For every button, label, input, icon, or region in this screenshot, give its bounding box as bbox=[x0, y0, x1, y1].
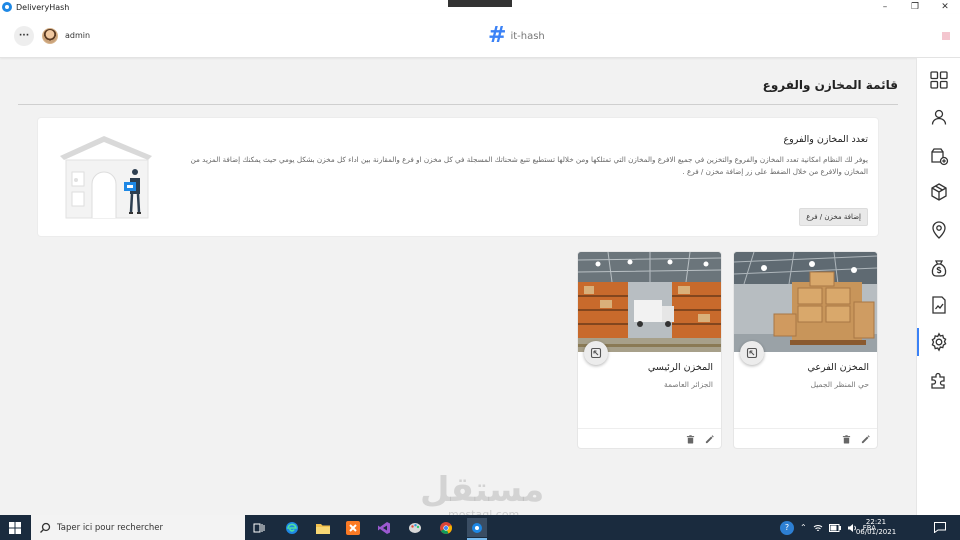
warehouse-name: المخزن الرئيسي bbox=[647, 362, 713, 373]
chevron-up-icon[interactable]: ⌃ bbox=[800, 523, 807, 532]
search-icon bbox=[40, 522, 51, 533]
hash-logo-icon: # bbox=[488, 23, 507, 48]
warehouse-illustration bbox=[60, 136, 152, 219]
taskbar-app-xampp[interactable] bbox=[343, 518, 363, 537]
window-title: DeliveryHash bbox=[16, 2, 70, 12]
info-heading: تعدد المخازن والفروع bbox=[783, 134, 868, 145]
taskbar-search[interactable]: Taper ici pour rechercher bbox=[31, 515, 245, 540]
warehouse-photo bbox=[578, 252, 721, 352]
taskbar-app-paint[interactable] bbox=[405, 518, 425, 537]
notification-icon bbox=[934, 522, 946, 533]
multi-warehouse-info-card: تعدد المخازن والفروع يوفر لك النظام امكا… bbox=[38, 118, 878, 236]
more-menu-button[interactable]: ··· bbox=[14, 26, 34, 46]
watermark-logo: مستقل bbox=[420, 470, 545, 510]
clock-time: 22:21 bbox=[865, 518, 887, 526]
page-title: قائمة المخازن والفروع bbox=[762, 78, 898, 92]
open-external-icon bbox=[746, 347, 758, 359]
window-title-bar: DeliveryHash – ❐ ✕ bbox=[0, 0, 960, 14]
pencil-icon bbox=[705, 434, 714, 443]
app-logo-icon bbox=[2, 2, 12, 12]
brand-name: it-hash bbox=[510, 30, 545, 42]
taskbar-app-visual-studio[interactable] bbox=[374, 518, 394, 537]
add-shipment-icon bbox=[931, 148, 949, 166]
avatar[interactable] bbox=[42, 28, 58, 44]
warehouse-address: حي المنظر الجميل bbox=[810, 380, 869, 389]
sidebar-item-packages[interactable] bbox=[917, 176, 960, 208]
warehouse-actions bbox=[578, 428, 721, 448]
maximize-button[interactable]: ❐ bbox=[900, 0, 930, 14]
gear-icon bbox=[931, 332, 947, 352]
app-header: ··· admin # it-hash bbox=[0, 14, 960, 58]
taskbar-app-edge[interactable] bbox=[282, 518, 302, 537]
wifi-icon[interactable] bbox=[813, 523, 823, 533]
search-placeholder: Taper ici pour rechercher bbox=[57, 522, 164, 533]
task-view-icon bbox=[253, 523, 265, 532]
trash-icon bbox=[686, 434, 694, 444]
money-bag-icon bbox=[931, 260, 947, 277]
report-chart-icon bbox=[932, 296, 946, 314]
task-view-button[interactable] bbox=[249, 518, 269, 537]
taskbar-app-chrome[interactable] bbox=[436, 518, 456, 537]
user-icon bbox=[931, 109, 947, 125]
right-sidebar bbox=[916, 58, 960, 515]
trash-icon bbox=[842, 434, 850, 444]
location-pin-icon bbox=[932, 221, 946, 239]
open-warehouse-button[interactable] bbox=[584, 341, 608, 365]
edit-button[interactable] bbox=[703, 433, 715, 445]
warehouse-actions bbox=[734, 428, 877, 448]
edit-button[interactable] bbox=[859, 433, 871, 445]
minimize-button[interactable]: – bbox=[870, 0, 900, 14]
puzzle-icon bbox=[931, 372, 945, 389]
sidebar-item-locations[interactable] bbox=[917, 214, 960, 246]
package-icon bbox=[931, 183, 947, 201]
close-button[interactable]: ✕ bbox=[930, 0, 960, 14]
warehouse-card-branch[interactable]: المخزن الفرعي حي المنظر الجميل bbox=[734, 252, 877, 448]
battery-icon[interactable] bbox=[828, 523, 841, 532]
sidebar-item-add-shipment[interactable] bbox=[917, 140, 960, 172]
sidebar-item-users[interactable] bbox=[917, 101, 960, 133]
edge-browser-icon bbox=[286, 521, 298, 534]
deliveryhash-app-icon bbox=[472, 522, 482, 533]
visual-studio-icon bbox=[378, 521, 390, 534]
sidebar-item-integrations[interactable] bbox=[917, 364, 960, 396]
delete-button[interactable] bbox=[840, 433, 852, 445]
warehouse-photo bbox=[734, 252, 877, 352]
windows-taskbar: Taper ici pour rechercher ? ⌃ FRA 22:21 … bbox=[0, 515, 960, 540]
window-notch bbox=[448, 0, 512, 7]
clock-date: 06/01/2021 bbox=[855, 528, 897, 536]
open-external-icon bbox=[590, 347, 602, 359]
taskbar-clock[interactable]: 22:21 06/01/2021 bbox=[855, 517, 897, 537]
paint-palette-icon bbox=[409, 522, 421, 533]
notification-center-button[interactable] bbox=[934, 515, 946, 540]
dashboard-icon bbox=[930, 71, 948, 89]
title-divider bbox=[18, 104, 898, 105]
warehouse-address: الجزائر العاصمة bbox=[663, 380, 713, 389]
add-warehouse-button[interactable]: إضافة مخزن / فرع bbox=[799, 208, 868, 226]
taskbar-app-explorer[interactable] bbox=[313, 518, 333, 537]
sidebar-item-settings[interactable] bbox=[917, 326, 960, 358]
windows-logo-icon bbox=[9, 521, 21, 534]
taskbar-app-deliveryhash[interactable] bbox=[467, 518, 487, 540]
sidebar-item-reports[interactable] bbox=[917, 289, 960, 321]
brand-logo: # it-hash bbox=[488, 23, 545, 48]
folder-icon bbox=[316, 523, 330, 534]
notification-indicator[interactable] bbox=[942, 32, 950, 40]
help-icon[interactable]: ? bbox=[780, 520, 794, 535]
pencil-icon bbox=[861, 434, 870, 443]
sidebar-item-finance[interactable] bbox=[917, 252, 960, 284]
warehouse-card-main[interactable]: المخزن الرئيسي الجزائر العاصمة bbox=[578, 252, 721, 448]
info-description: يوفر لك النظام امكانية تعدد المخازن والف… bbox=[190, 155, 868, 176]
chrome-browser-icon bbox=[440, 521, 452, 534]
warehouse-name: المخزن الفرعي bbox=[807, 362, 869, 373]
open-warehouse-button[interactable] bbox=[740, 341, 764, 365]
delete-button[interactable] bbox=[684, 433, 696, 445]
sidebar-item-dashboard[interactable] bbox=[917, 64, 960, 96]
xampp-icon bbox=[346, 520, 360, 535]
start-button[interactable] bbox=[0, 515, 30, 540]
user-name[interactable]: admin bbox=[65, 31, 90, 40]
